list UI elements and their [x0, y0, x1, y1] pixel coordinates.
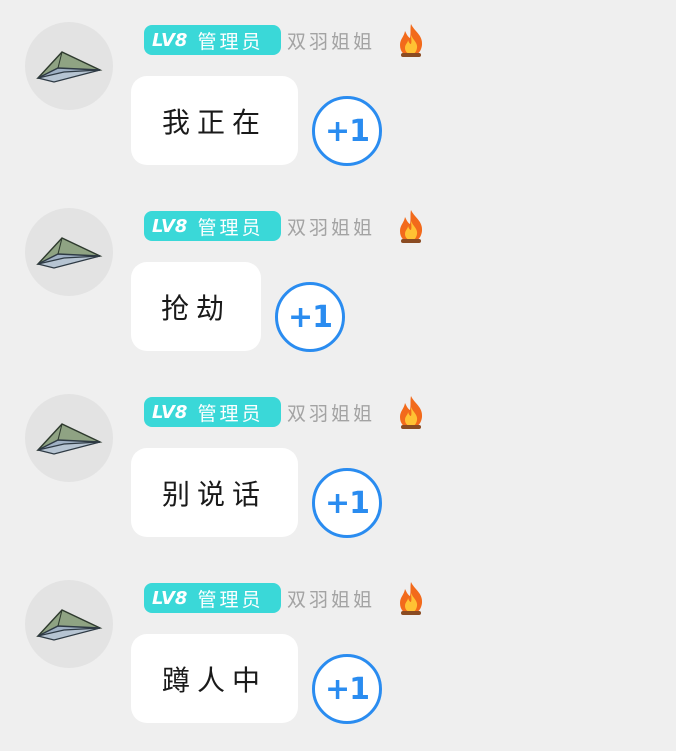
badge-role: 管理员: [197, 402, 264, 425]
paper-plane-icon: [36, 609, 103, 641]
message-bubble[interactable]: 蹲人中: [131, 634, 298, 723]
plus-one-button[interactable]: +1: [312, 96, 382, 166]
fire-icon: [396, 208, 426, 244]
badge-level: LV8: [152, 587, 188, 609]
message-text: 我正在: [161, 105, 267, 139]
message-text: 蹲人中: [161, 663, 267, 697]
admin-level-badge: LV8 管理员: [144, 211, 281, 241]
message-text: 抢劫: [160, 291, 231, 325]
avatar[interactable]: [25, 208, 113, 296]
fire-icon: [396, 394, 426, 430]
plus-one-button[interactable]: +1: [312, 654, 382, 724]
paper-plane-icon: [36, 51, 103, 83]
plus-one-label: +1: [324, 485, 370, 521]
badge-level: LV8: [152, 401, 188, 423]
message-bubble[interactable]: 别说话: [131, 448, 298, 537]
sender-nickname[interactable]: 双羽姐姐: [287, 213, 375, 240]
admin-level-badge: LV8 管理员: [144, 397, 281, 427]
sender-nickname[interactable]: 双羽姐姐: [287, 27, 375, 54]
sender-nickname[interactable]: 双羽姐姐: [287, 585, 375, 612]
badge-role: 管理员: [197, 216, 264, 239]
badge-level: LV8: [152, 29, 188, 51]
avatar[interactable]: [25, 580, 113, 668]
avatar[interactable]: [25, 394, 113, 482]
plus-one-button[interactable]: +1: [312, 468, 382, 538]
avatar[interactable]: [25, 22, 113, 110]
message-text: 别说话: [161, 477, 267, 511]
badge-level: LV8: [152, 215, 188, 237]
badge-role: 管理员: [197, 588, 264, 611]
admin-level-badge: LV8 管理员: [144, 583, 281, 613]
message-bubble[interactable]: 抢劫: [131, 262, 261, 351]
chat-message: LV8 管理员 双羽姐姐 别说话 +1: [0, 372, 676, 558]
badge-role: 管理员: [197, 30, 264, 53]
chat-message: LV8 管理员 双羽姐姐 蹲人中 +1: [0, 558, 676, 744]
chat-message: LV8 管理员 双羽姐姐 抢劫 +1: [0, 186, 676, 372]
paper-plane-icon: [36, 237, 103, 269]
fire-icon: [396, 22, 426, 58]
paper-plane-icon: [36, 423, 103, 455]
plus-one-label: +1: [287, 299, 333, 335]
plus-one-button[interactable]: +1: [275, 282, 345, 352]
fire-icon: [396, 580, 426, 616]
sender-nickname[interactable]: 双羽姐姐: [287, 399, 375, 426]
admin-level-badge: LV8 管理员: [144, 25, 281, 55]
message-bubble[interactable]: 我正在: [131, 76, 298, 165]
plus-one-label: +1: [324, 113, 370, 149]
chat-message: LV8 管理员 双羽姐姐 我正在 +1: [0, 0, 676, 186]
plus-one-label: +1: [324, 671, 370, 707]
